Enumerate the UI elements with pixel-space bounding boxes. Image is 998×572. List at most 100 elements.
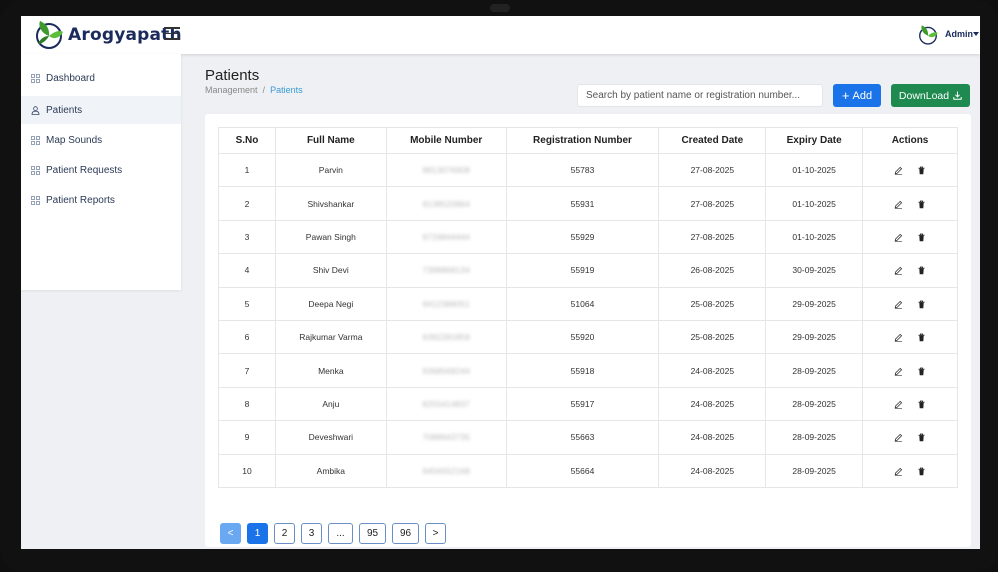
delete-icon[interactable] [917, 467, 926, 476]
edit-icon[interactable] [894, 166, 903, 176]
cell-actions [862, 420, 958, 455]
delete-icon[interactable] [917, 266, 926, 275]
device-frame: Arogyapath Admin Dashboard Patients Map … [0, 0, 998, 572]
column-header-full-name[interactable]: Full Name [274, 127, 387, 154]
edit-icon[interactable] [894, 200, 903, 209]
cell-created-date: 24-08-2025 [658, 386, 767, 422]
edit-icon[interactable] [894, 266, 903, 276]
cell-registration: 55917 [505, 386, 660, 422]
edit-icon[interactable] [894, 300, 903, 309]
grid-icon [31, 165, 40, 175]
table-body: 1 Parvin 8813076908 55783 27-08-2025 01-10-20… [218, 152, 958, 488]
cell-created-date: 27-08-2025 [658, 186, 767, 221]
menu-toggle-icon[interactable] [164, 27, 180, 41]
delete-icon[interactable] [917, 333, 926, 342]
edit-icon[interactable] [894, 400, 903, 409]
edit-icon[interactable] [894, 367, 903, 376]
column-header-sno[interactable]: S.No [218, 127, 276, 154]
search-input[interactable] [577, 84, 823, 107]
column-header-registration[interactable]: Registration Number [505, 127, 660, 154]
cell-sno: 6 [218, 319, 276, 355]
delete-icon[interactable] [917, 367, 926, 376]
table-row: 4 Shiv Devi 7398868134 55919 26-08-2025 30-09… [218, 253, 958, 288]
admin-avatar-icon[interactable] [917, 24, 939, 46]
app-screen: Arogyapath Admin Dashboard Patients Map … [21, 16, 980, 549]
edit-icon[interactable] [894, 467, 903, 476]
sidebar-item-patients[interactable]: Patients [21, 96, 181, 124]
pagination-next-button[interactable]: > [425, 523, 446, 544]
sidebar-item-label: Patients [46, 104, 83, 116]
pagination-page-1[interactable]: 1 [247, 523, 268, 544]
column-header-created-date[interactable]: Created Date [658, 127, 767, 154]
admin-menu-label[interactable]: Admin [945, 29, 973, 39]
cell-registration: 55664 [505, 453, 660, 488]
pagination-page-96[interactable]: 96 [392, 523, 419, 544]
cell-mobile: 7398868134 [385, 253, 507, 288]
cell-mobile: 8255414837 [385, 386, 507, 422]
cell-expiry-date: 01-10-2025 [765, 219, 864, 255]
sidebar-item-label: Patient Reports [46, 194, 115, 206]
chevron-down-icon[interactable] [973, 32, 979, 36]
cell-sno: 7 [218, 353, 276, 388]
table-row: 8 Anju 8255414837 55917 24-08-2025 28-09-2025 [218, 386, 958, 422]
edit-icon[interactable] [894, 433, 903, 443]
cell-expiry-date: 01-10-2025 [765, 186, 864, 221]
table-row: 3 Pawan Singh 9729844444 55929 27-08-2025 01-… [218, 219, 958, 255]
delete-icon[interactable] [917, 166, 926, 175]
delete-icon[interactable] [917, 233, 926, 242]
cell-actions [862, 286, 958, 321]
sidebar-item-patient-reports[interactable]: Patient Reports [21, 186, 181, 214]
cell-mobile: 9729844444 [385, 219, 507, 255]
cell-mobile: 9368568244 [385, 353, 507, 388]
grid-icon [31, 135, 40, 145]
column-header-expiry-date[interactable]: Expiry Date [765, 127, 864, 154]
edit-icon[interactable] [894, 333, 903, 343]
cell-actions [862, 219, 958, 255]
cell-actions [862, 386, 958, 422]
pagination-page-3[interactable]: 3 [301, 523, 322, 544]
breadcrumb-separator: / [262, 85, 266, 95]
cell-expiry-date: 29-09-2025 [765, 319, 864, 355]
table-row: 1 Parvin 8813076908 55783 27-08-2025 01-10-20… [218, 152, 958, 188]
cell-sno: 8 [218, 386, 276, 422]
download-button[interactable]: DownLoad [891, 84, 970, 107]
pagination-ellipsis[interactable]: ... [328, 523, 353, 544]
cell-registration: 55920 [505, 319, 660, 355]
cell-full-name: Shivshankar [274, 186, 387, 221]
cell-mobile: 9456552168 [385, 453, 507, 488]
pagination-page-2[interactable]: 2 [274, 523, 295, 544]
sidebar-item-map-sounds[interactable]: Map Sounds [21, 126, 181, 154]
breadcrumb-parent[interactable]: Management [205, 85, 258, 95]
cell-expiry-date: 29-09-2025 [765, 286, 864, 321]
cell-actions [862, 453, 958, 488]
edit-icon[interactable] [894, 233, 903, 242]
table-row: 7 Menka 9368568244 55918 24-08-2025 28-09-202… [218, 353, 958, 388]
add-patient-button[interactable]: + Add [833, 84, 881, 107]
cell-expiry-date: 28-09-2025 [765, 453, 864, 488]
column-header-mobile[interactable]: Mobile Number [385, 127, 507, 154]
pagination-page-95[interactable]: 95 [359, 523, 386, 544]
cell-sno: 3 [218, 219, 276, 255]
table-row: 10 Ambika 9456552168 55664 24-08-2025 28-09-2… [218, 453, 958, 488]
sidebar-item-patient-requests[interactable]: Patient Requests [21, 156, 181, 184]
cell-registration: 55783 [505, 152, 660, 188]
cell-expiry-date: 28-09-2025 [765, 353, 864, 388]
delete-icon[interactable] [917, 200, 926, 209]
app-logo-icon[interactable] [33, 19, 65, 51]
sidebar-item-dashboard[interactable]: Dashboard [21, 64, 181, 92]
delete-icon[interactable] [917, 300, 926, 309]
delete-icon[interactable] [917, 400, 926, 409]
cell-full-name: Deveshwari [274, 420, 387, 455]
cell-full-name: Menka [274, 353, 387, 388]
cell-created-date: 24-08-2025 [658, 420, 767, 455]
delete-icon[interactable] [917, 433, 926, 442]
sidebar-item-label: Patient Requests [46, 164, 123, 176]
table-row: 6 Rajkumar Varma 6392281859 55920 25-08-2025… [218, 319, 958, 355]
cell-sno: 10 [218, 453, 276, 488]
pagination-prev-button[interactable]: < [220, 523, 241, 544]
cell-expiry-date: 30-09-2025 [765, 253, 864, 288]
breadcrumb-current: Patients [270, 85, 303, 95]
cell-registration: 51064 [505, 286, 660, 321]
cell-registration: 55931 [505, 186, 660, 221]
table-row: 9 Deveshwari 7088643735 55663 24-08-2025 28-0… [218, 420, 958, 455]
